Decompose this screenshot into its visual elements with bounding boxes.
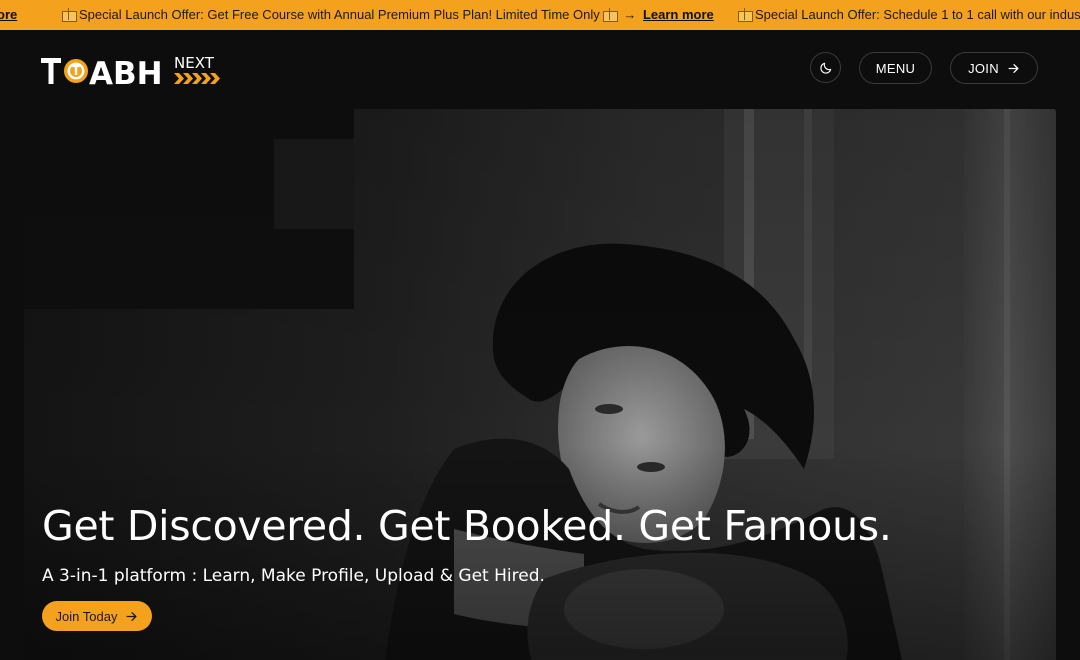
- hero-section: Get Discovered. Get Booked. Get Famous. …: [24, 109, 1056, 660]
- join-button[interactable]: JOIN: [950, 52, 1038, 84]
- promo-item-1: Special Launch Offer: Get Free Course wi…: [62, 0, 714, 30]
- cta-label: Join Today: [55, 608, 118, 624]
- promo-text: Special Launch Offer: Get Free Course wi…: [79, 7, 600, 22]
- menu-button[interactable]: MENU: [859, 52, 932, 84]
- promo-link[interactable]: ore: [0, 7, 17, 22]
- promo-link-partial[interactable]: ore: [0, 0, 17, 30]
- join-label: JOIN: [968, 60, 999, 76]
- moon-icon: [819, 62, 831, 74]
- promo-banner: ore Special Launch Offer: Get Free Cours…: [0, 0, 1080, 30]
- brand-suffix: NEXT: [174, 54, 215, 72]
- arrow-right-icon: [1008, 63, 1019, 73]
- join-today-button[interactable]: Join Today: [42, 601, 152, 631]
- learn-more-link[interactable]: Learn more: [643, 7, 714, 22]
- gift-icon: [603, 8, 619, 22]
- gift-icon: [738, 8, 753, 22]
- menu-label: MENU: [875, 60, 916, 76]
- arrow-right-icon: →: [623, 7, 637, 22]
- brand-logo[interactable]: ABH NEXT: [41, 52, 221, 88]
- theme-toggle-button[interactable]: [810, 52, 841, 83]
- site-header: ABH NEXT MENU JOIN: [0, 30, 1080, 108]
- brand-name: ABH: [89, 56, 163, 88]
- hero-subtitle: A 3-in-1 platform : Learn, Make Profile,…: [42, 566, 545, 586]
- hero-title: Get Discovered. Get Booked. Get Famous.: [42, 502, 892, 550]
- promo-text: Special Launch Offer: Schedule 1 to 1 ca…: [755, 7, 1080, 22]
- gift-icon: [62, 8, 77, 22]
- arrow-right-icon: [126, 611, 137, 621]
- promo-item-2: Special Launch Offer: Schedule 1 to 1 ca…: [738, 0, 1080, 30]
